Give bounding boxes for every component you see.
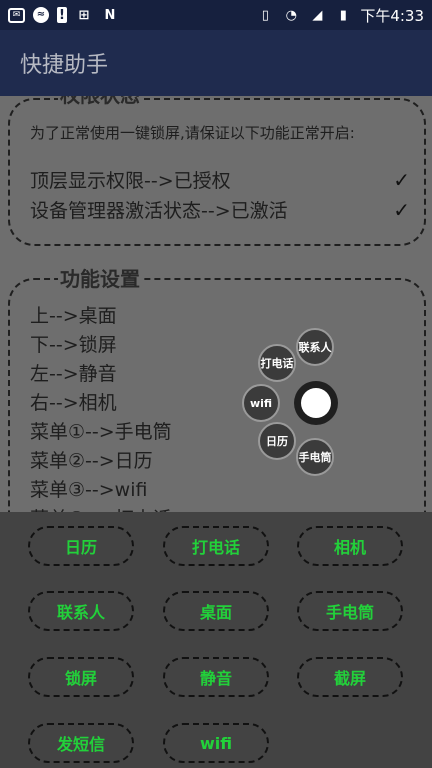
float-menu-center-button[interactable] — [294, 381, 338, 425]
float-menu-contacts[interactable]: 联系人 — [296, 328, 334, 366]
permission-row-device-admin[interactable]: 设备管理器激活状态-->已激活 ✓ — [30, 196, 410, 223]
mask-icon: ≈ — [33, 7, 49, 23]
notification-icons: ✉ ≈ ! ⊞ N — [8, 7, 119, 23]
permission-note: 为了正常使用一键锁屏,请保证以下功能正常开启: — [30, 124, 355, 142]
signal-icon: ◢ — [312, 7, 323, 23]
function-item[interactable]: 菜单①-->手电筒 — [30, 418, 172, 447]
flashlight-button[interactable]: 手电筒 — [297, 591, 403, 631]
function-item[interactable]: 上-->桌面 — [30, 302, 172, 331]
permission-section-title: 权限状态 — [58, 96, 142, 106]
n-icon: N — [104, 7, 116, 23]
alert-icon: ! — [57, 7, 67, 23]
permission-row-overlay[interactable]: 顶层显示权限-->已授权 ✓ — [30, 166, 410, 193]
send-sms-button[interactable]: 发短信 — [28, 723, 134, 763]
calendar-button[interactable]: 日历 — [28, 526, 134, 566]
desktop-button[interactable]: 桌面 — [163, 591, 269, 631]
permission-label: 设备管理器激活状态-->已激活 — [30, 200, 288, 222]
float-menu-flashlight[interactable]: 手电筒 — [296, 438, 334, 476]
float-menu-dot-icon — [301, 388, 331, 418]
system-icons: ▯ ◔ ◢ ▮ 下午4:33 — [256, 5, 424, 26]
status-time: 下午4:33 — [360, 6, 424, 25]
permission-label: 顶层显示权限-->已授权 — [30, 170, 231, 192]
contacts-button[interactable]: 联系人 — [28, 591, 134, 631]
app-title: 快捷助手 — [20, 53, 109, 78]
mail-icon: ✉ — [8, 7, 25, 23]
app-bar: 快捷助手 — [0, 30, 432, 96]
action-sheet: 日历 打电话 相机 联系人 桌面 手电筒 锁屏 静音 截屏 发短信 wifi — [0, 512, 432, 768]
check-icon: ✓ — [393, 167, 410, 192]
function-item[interactable]: 右-->相机 — [30, 389, 172, 418]
lock-screen-button[interactable]: 锁屏 — [28, 657, 134, 697]
float-menu-calendar[interactable]: 日历 — [258, 422, 296, 460]
check-icon: ✓ — [393, 197, 410, 222]
screenshot-button[interactable]: 截屏 — [297, 657, 403, 697]
apps-icon: ⊞ — [78, 7, 90, 23]
battery-icon: ▮ — [339, 7, 347, 23]
function-section: 功能设置 上-->桌面 下-->锁屏 左-->静音 右-->相机 菜单①-->手… — [8, 268, 426, 538]
wifi-button[interactable]: wifi — [163, 723, 269, 763]
function-item[interactable]: 下-->锁屏 — [30, 331, 172, 360]
function-section-title: 功能设置 — [58, 267, 142, 291]
float-menu-call[interactable]: 打电话 — [258, 344, 296, 382]
vibrate-icon: ▯ — [261, 7, 269, 23]
function-list: 上-->桌面 下-->锁屏 左-->静音 右-->相机 菜单①-->手电筒 菜单… — [30, 302, 172, 534]
status-bar: ✉ ≈ ! ⊞ N ▯ ◔ ◢ ▮ 下午4:33 — [0, 0, 432, 30]
camera-button[interactable]: 相机 — [297, 526, 403, 566]
function-item[interactable]: 菜单②-->日历 — [30, 447, 172, 476]
permission-section: 权限状态 为了正常使用一键锁屏,请保证以下功能正常开启: 顶层显示权限-->已授… — [8, 96, 426, 246]
function-item[interactable]: 菜单③-->wifi — [30, 476, 172, 505]
mute-button[interactable]: 静音 — [163, 657, 269, 697]
wifi-icon: ◔ — [285, 7, 297, 23]
function-item[interactable]: 左-->静音 — [30, 360, 172, 389]
float-menu-wifi[interactable]: wifi — [242, 384, 280, 422]
call-button[interactable]: 打电话 — [163, 526, 269, 566]
